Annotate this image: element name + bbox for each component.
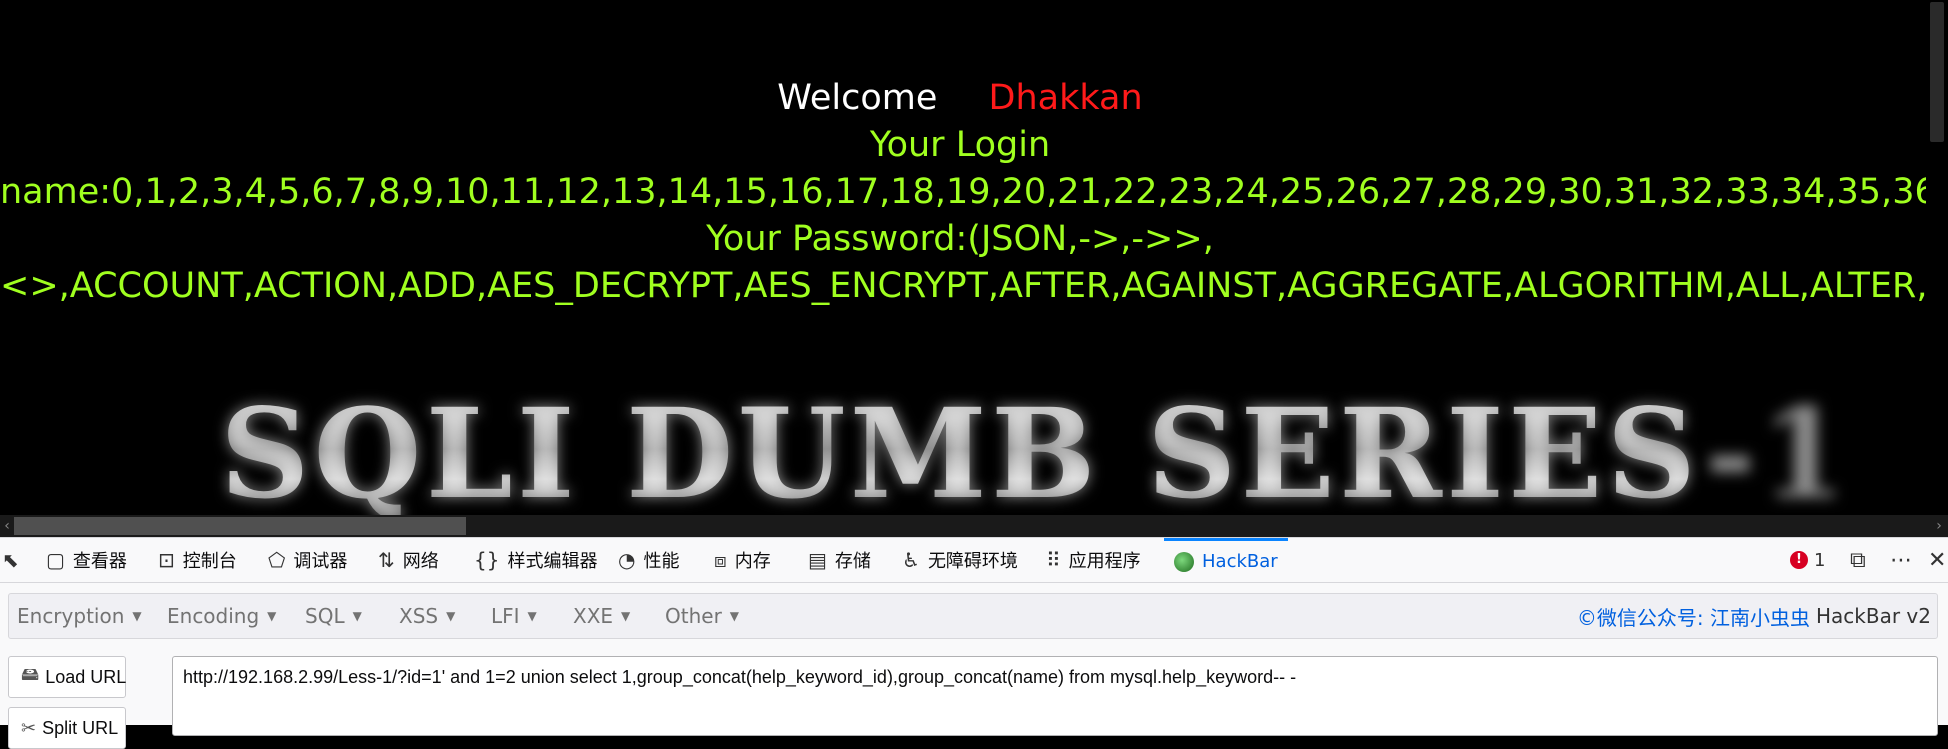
vertical-scrollbar-thumb[interactable] <box>1930 2 1944 142</box>
menu-label: Other <box>665 604 722 628</box>
tab-label: 网络 <box>402 551 439 572</box>
tab-console[interactable]: ⊡ 控制台 <box>158 538 237 582</box>
caret-down-icon: ▼ <box>267 609 277 623</box>
scroll-right-icon[interactable]: › <box>1932 517 1946 535</box>
caret-down-icon: ▼ <box>527 609 537 623</box>
web-page-content: Welcome Dhakkan Your Login name:0,1,2,3,… <box>0 0 1948 537</box>
error-count-badge[interactable]: ! 1 <box>1790 538 1825 582</box>
load-url-icon: 🖴 <box>21 664 40 684</box>
welcome-username: Dhakkan <box>988 78 1143 118</box>
tab-label: 内存 <box>734 551 771 572</box>
menu-encryption[interactable]: Encryption ▼ <box>17 594 142 638</box>
dock-side-icon: ⧉ <box>1850 547 1866 573</box>
application-icon: ⠿ <box>1046 548 1061 572</box>
close-icon: ✕ <box>1928 547 1947 573</box>
menu-label: SQL <box>305 604 345 628</box>
more-options-icon: ⋯ <box>1890 547 1912 573</box>
hackbar-version: HackBar v2 <box>1816 604 1931 628</box>
tab-label: HackBar <box>1202 551 1278 572</box>
menu-label: XSS <box>399 604 439 628</box>
hackbar-icon <box>1174 551 1194 572</box>
more-options-button[interactable]: ⋯ <box>1890 538 1912 582</box>
hackbar-menu-bar: Encryption ▼ Encoding ▼ SQL ▼ XSS ▼ LFI ▼ XXE… <box>8 593 1938 639</box>
menu-label: LFI <box>491 604 520 628</box>
tab-network[interactable]: ⇅ 网络 <box>378 538 439 582</box>
login-name-result: name:0,1,2,3,4,5,6,7,8,9,10,11,12,13,14,… <box>0 172 1948 212</box>
tab-label: 性能 <box>643 551 680 572</box>
caret-down-icon: ▼ <box>352 609 362 623</box>
style-editor-icon: {} <box>474 548 500 572</box>
tab-storage[interactable]: ▤ 存储 <box>808 538 871 582</box>
tab-memory[interactable]: ⧈ 内存 <box>714 538 771 582</box>
error-count: 1 <box>1814 549 1826 571</box>
horizontal-scrollbar-thumb[interactable] <box>14 517 466 535</box>
password-label-result: Your Password:(JSON,->,->>, <box>706 219 1214 259</box>
caret-down-icon: ▼ <box>729 609 740 623</box>
menu-lfi[interactable]: LFI ▼ <box>491 594 537 638</box>
accessibility-icon: ♿ <box>902 548 920 572</box>
menu-other[interactable]: Other ▼ <box>665 594 739 638</box>
tab-application[interactable]: ⠿ 应用程序 <box>1046 538 1141 582</box>
menu-label: Encryption <box>17 604 125 628</box>
tab-label: 无障碍环境 <box>927 551 1018 572</box>
storage-icon: ▤ <box>808 548 827 572</box>
menu-sql[interactable]: SQL ▼ <box>305 594 362 638</box>
vertical-scrollbar[interactable] <box>1926 0 1948 515</box>
element-picker-button[interactable]: ⬉ <box>2 538 27 582</box>
load-url-label: Load URL <box>45 666 127 687</box>
split-url-button[interactable]: ✂ Split URL <box>8 707 126 749</box>
performance-icon: ◔ <box>618 548 636 572</box>
login-label: Your Login <box>869 125 1051 165</box>
tab-style-editor[interactable]: {} 样式编辑器 <box>474 538 597 582</box>
load-url-button[interactable]: 🖴 Load URL <box>8 656 126 698</box>
tab-label: 调试器 <box>293 551 348 572</box>
tab-label: 存储 <box>834 551 871 572</box>
tab-label: 控制台 <box>182 551 237 572</box>
debugger-icon: ⬠ <box>268 548 286 572</box>
dock-side-button[interactable]: ⧉ <box>1850 538 1866 582</box>
tab-label: 应用程序 <box>1068 551 1141 572</box>
error-icon: ! <box>1790 551 1808 569</box>
network-icon: ⇅ <box>378 548 395 572</box>
tab-hackbar[interactable]: HackBar <box>1164 538 1288 582</box>
url-textarea[interactable]: http://192.168.2.99/Less-1/?id=1' and 1=… <box>172 656 1938 736</box>
tab-label: 查看器 <box>72 551 127 572</box>
tab-inspector[interactable]: ▢ 查看器 <box>46 538 127 582</box>
menu-label: XXE <box>573 604 614 628</box>
caret-down-icon: ▼ <box>132 609 142 623</box>
inspector-icon: ▢ <box>46 548 65 572</box>
caret-down-icon: ▼ <box>446 609 456 623</box>
credit-text: ©微信公众号: 江南小虫虫 <box>1576 605 1810 630</box>
caret-down-icon: ▼ <box>621 609 631 623</box>
tab-label: 样式编辑器 <box>507 551 598 572</box>
close-devtools-button[interactable]: ✕ <box>1928 538 1946 582</box>
sqli-banner-logo: SQLI DUMB SERIES-1 <box>220 382 1851 527</box>
pointer-picker-icon: ⬉ <box>2 548 19 572</box>
split-url-icon: ✂ <box>21 717 37 738</box>
scroll-left-icon[interactable]: ‹ <box>0 517 14 535</box>
welcome-line: Welcome Dhakkan <box>0 76 1920 120</box>
split-url-label: Split URL <box>42 717 119 738</box>
horizontal-scrollbar[interactable]: ‹ › <box>0 515 1948 537</box>
tab-performance[interactable]: ◔ 性能 <box>618 538 679 582</box>
tab-accessibility[interactable]: ♿ 无障碍环境 <box>902 538 1018 582</box>
menu-label: Encoding <box>167 604 260 628</box>
welcome-label: Welcome <box>777 78 938 118</box>
console-icon: ⊡ <box>158 548 175 572</box>
memory-icon: ⧈ <box>714 548 727 572</box>
url-value: http://192.168.2.99/Less-1/?id=1' and 1=… <box>183 667 1297 687</box>
password-keywords-result: <>,ACCOUNT,ACTION,ADD,AES_DECRYPT,AES_EN… <box>0 266 1948 306</box>
menu-xxe[interactable]: XXE ▼ <box>573 594 630 638</box>
tab-debugger[interactable]: ⬠ 调试器 <box>268 538 347 582</box>
devtools-toolbar: ⬉ ▢ 查看器 ⊡ 控制台 ⬠ 调试器 ⇅ 网络 {} 样式编辑器 ◔ 性能 ⧈… <box>0 537 1948 583</box>
menu-encoding[interactable]: Encoding ▼ <box>167 594 276 638</box>
hackbar-credit: ©微信公众号: 江南小虫虫 HackBar v2 <box>1577 594 1931 638</box>
devtools-panel: ⬉ ▢ 查看器 ⊡ 控制台 ⬠ 调试器 ⇅ 网络 {} 样式编辑器 ◔ 性能 ⧈… <box>0 537 1948 749</box>
menu-xss[interactable]: XSS ▼ <box>399 594 455 638</box>
